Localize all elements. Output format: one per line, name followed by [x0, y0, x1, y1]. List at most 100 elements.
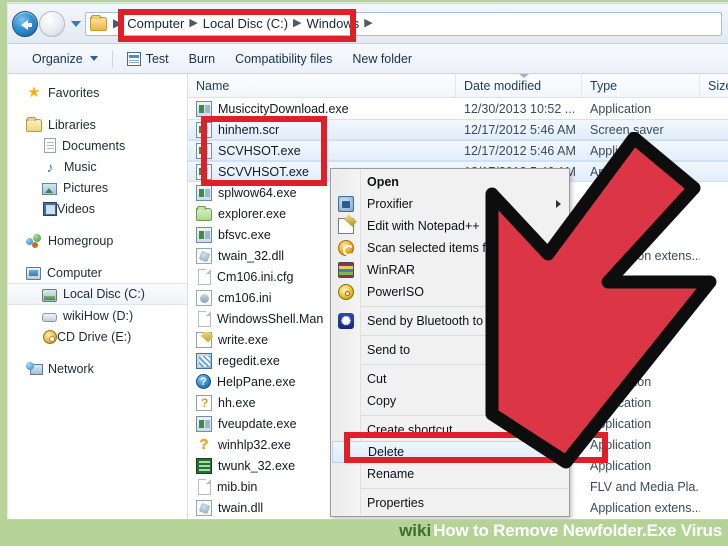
burn-button[interactable]: Burn	[179, 47, 225, 71]
sidebar-item-homegroup[interactable]: Homegroup	[8, 230, 187, 251]
file-name: write.exe	[218, 332, 269, 347]
forward-arrow-icon[interactable]	[39, 10, 65, 37]
sidebar-item-cd-drive-e[interactable]: CD Drive (E:)	[8, 326, 187, 347]
menu-item-winrar[interactable]: WinRAR	[331, 259, 569, 281]
column-header-size[interactable]: Size	[700, 74, 728, 98]
file-name: SCVVHSOT.exe	[218, 164, 310, 179]
blank-file-icon	[198, 478, 211, 495]
menu-item-poweriso[interactable]: PowerISO	[331, 281, 569, 303]
back-arrow-icon[interactable]	[12, 10, 38, 37]
table-row[interactable]: hinhem.scr 12/17/2012 5:46 AM Screen sav…	[188, 119, 728, 140]
chevron-right-icon	[556, 200, 561, 208]
column-header-date-modified[interactable]: Date modified	[456, 74, 582, 98]
sidebar-item-wikihow-d[interactable]: wikiHow (D:)	[8, 305, 187, 326]
breadcrumb-separator: ▶	[189, 16, 198, 29]
sidebar-item-favorites[interactable]: ★ Favorites	[8, 82, 187, 103]
sidebar-item-label: Documents	[62, 138, 126, 153]
sidebar-item-label: Local Disc (C:)	[63, 287, 145, 301]
menu-item-cut[interactable]: Cut	[331, 368, 569, 390]
organize-button[interactable]: Organize	[22, 47, 108, 71]
menu-item-label: Properties	[367, 496, 424, 510]
menu-item-send-by-bluetooth-to[interactable]: ✺ Send by Bluetooth to	[331, 310, 569, 332]
question-mark-icon: ?	[199, 436, 209, 453]
dll-icon	[196, 247, 212, 264]
menu-item-send-to[interactable]: Send to	[331, 339, 569, 361]
menu-item-properties[interactable]: Properties	[331, 492, 569, 514]
menu-item-rename[interactable]: Rename	[331, 463, 569, 485]
menu-separator	[361, 415, 568, 416]
file-name: HelpPane.exe	[217, 374, 296, 389]
sidebar-item-music[interactable]: ♪ Music	[8, 156, 187, 177]
file-name: cm106.ini	[218, 290, 272, 305]
column-header-type[interactable]: Type	[582, 74, 700, 98]
menu-item-proxifier[interactable]: Proxifier	[331, 193, 569, 215]
menu-item-label: WinRAR	[367, 263, 415, 277]
table-row[interactable]: twunk_16.exe 6/11/2009 5:41 AM Applicati…	[188, 518, 728, 519]
picture-icon	[42, 182, 57, 195]
help-file-icon	[196, 394, 212, 411]
menu-item-scan-selected-items[interactable]: Scan selected items for	[331, 237, 569, 259]
address-bar[interactable]: ▶ Computer ▶ Local Disc (C:) ▶ Windows ▶	[85, 11, 722, 36]
sidebar-item-computer[interactable]: Computer	[8, 262, 187, 283]
sidebar-item-local-disc[interactable]: Local Disc (C:)	[8, 283, 187, 305]
file-name: twain_32.dll	[218, 248, 285, 263]
twunk-icon	[196, 457, 212, 474]
menu-item-create-shortcut[interactable]: Create shortcut	[331, 419, 569, 441]
file-type-cell: Application	[590, 437, 652, 452]
file-name: regedit.exe	[218, 353, 280, 368]
blank-file-icon	[198, 268, 211, 285]
file-type-cell: Application extens...	[590, 248, 700, 263]
navigation-bar: ▶ Computer ▶ Local Disc (C:) ▶ Windows ▶	[8, 4, 728, 44]
sidebar-item-label: Pictures	[63, 180, 109, 195]
sidebar-item-network[interactable]: Network	[8, 358, 187, 379]
toolbar-divider	[111, 49, 113, 68]
dll-icon	[196, 499, 212, 516]
file-type-cell: FLV and Media Pla...	[590, 479, 700, 494]
libraries-icon	[26, 116, 42, 132]
file-type-cell: Application	[590, 332, 652, 347]
file-name: twain.dll	[218, 500, 264, 515]
sidebar-item-label: Computer	[47, 265, 102, 280]
menu-item-edit-with-notepadpp[interactable]: Edit with Notepad++	[331, 215, 569, 237]
menu-item-label: Send by Bluetooth to	[367, 314, 484, 328]
scan-icon	[338, 240, 354, 256]
proxifier-icon	[338, 196, 354, 212]
table-row[interactable]: MusiccityDownload.exe 12/30/2013 10:52 .…	[188, 98, 728, 119]
sidebar-item-label: Homegroup	[48, 233, 114, 248]
menu-separator	[361, 488, 568, 489]
menu-item-label: Copy	[367, 394, 397, 408]
notepadpp-icon	[338, 218, 354, 234]
sort-indicator-icon	[518, 74, 529, 78]
sidebar-item-libraries[interactable]: Libraries	[8, 114, 187, 135]
breadcrumb-windows[interactable]: Windows	[306, 13, 361, 35]
file-type-cell: Application extens...	[590, 500, 700, 515]
sidebar-item-videos[interactable]: Videos	[8, 198, 187, 219]
menu-item-label: Edit with Notepad++	[367, 219, 480, 233]
menu-item-label: Delete	[368, 445, 405, 459]
new-folder-button[interactable]: New folder	[342, 47, 422, 71]
test-button[interactable]: Test	[117, 47, 179, 71]
sidebar-item-documents[interactable]: Documents	[8, 135, 187, 156]
file-type-cell: Application	[590, 164, 652, 179]
sidebar-item-pictures[interactable]: Pictures	[8, 177, 187, 198]
column-header-name[interactable]: Name	[188, 74, 456, 98]
menu-item-delete[interactable]: Delete	[332, 441, 568, 463]
file-name: bfsvc.exe	[218, 227, 271, 242]
context-menu: Open Proxifier Edit with Notepad++ Scan …	[330, 168, 570, 517]
file-name: Cm106.ini.cfg	[217, 269, 294, 284]
application-icon	[196, 184, 212, 201]
application-icon	[196, 100, 212, 117]
breadcrumb-computer[interactable]: Computer	[126, 13, 185, 35]
chevron-down-icon[interactable]	[68, 12, 84, 36]
menu-item-label: Send to	[367, 343, 411, 357]
cd-drive-icon	[43, 330, 57, 344]
file-name-cell: MusiccityDownload.exe	[188, 100, 456, 117]
file-name: twunk_32.exe	[218, 458, 296, 473]
compatibility-files-button[interactable]: Compatibility files	[225, 47, 342, 71]
menu-item-copy[interactable]: Copy	[331, 390, 569, 412]
breadcrumb-local-disc[interactable]: Local Disc (C:)	[202, 13, 289, 35]
file-type-cell: Configuration sett...	[590, 290, 699, 305]
menu-item-open[interactable]: Open	[331, 171, 569, 193]
table-row[interactable]: SCVHSOT.exe 12/17/2012 5:46 AM Applicati…	[188, 140, 728, 161]
